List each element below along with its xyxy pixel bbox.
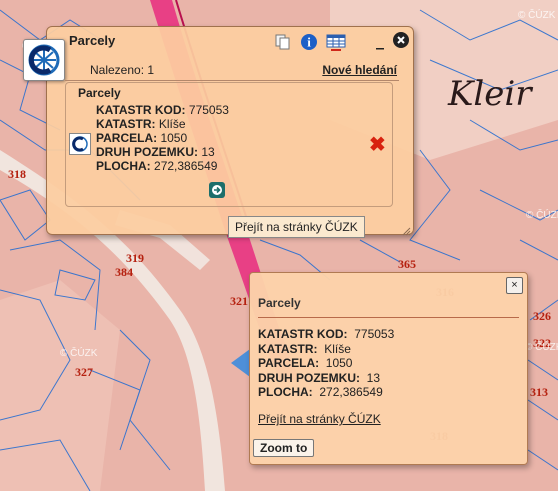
- result-title: Parcely: [78, 86, 121, 100]
- map-parcel-label: 321: [230, 294, 248, 308]
- map-parcel-label: 326: [533, 309, 551, 323]
- map-parcel-label: 327: [75, 365, 93, 379]
- resize-handle[interactable]: [402, 223, 411, 236]
- map-parcel-label: 319: [126, 251, 144, 265]
- map-watermark: © ČÚZK: [526, 208, 558, 221]
- result-attributes: KATASTR KOD: 775053 KATASTR: Klíše PARCE…: [96, 103, 229, 173]
- search-results-panel: Parcely i Nalezeno: 1 Nové hledání Parce…: [23, 26, 414, 236]
- popup-close-button[interactable]: ×: [506, 277, 523, 294]
- copy-icon[interactable]: [274, 33, 292, 56]
- map-watermark: © ČÚZK: [518, 8, 556, 21]
- popup-attr-row: PLOCHA: 272,386549: [258, 385, 383, 399]
- svg-text:i: i: [307, 35, 311, 50]
- popup-attr-row: KATASTR: Klíše: [258, 341, 351, 356]
- map-parcel-label: 318: [8, 167, 26, 181]
- minimize-icon[interactable]: [375, 37, 385, 55]
- result-attr-row: KATASTR: Klíše: [96, 117, 186, 131]
- map-parcel-label: 365: [398, 257, 416, 271]
- popup-attr-row: PARCELA: 1050: [258, 356, 353, 370]
- delete-icon[interactable]: ✖: [369, 135, 386, 155]
- table-icon[interactable]: [326, 33, 346, 56]
- cuzk-logo-icon: [23, 39, 65, 81]
- result-attr-row: PARCELA: 1050: [96, 131, 188, 145]
- tooltip: Přejít na stránky ČÚZK: [228, 216, 365, 238]
- go-icon[interactable]: [209, 182, 225, 198]
- result-attr-row: PLOCHA: 272,386549: [96, 159, 218, 173]
- divider: [65, 80, 399, 81]
- map-parcel-label: 384: [115, 265, 133, 279]
- cuzk-link[interactable]: Přejít na stránky ČÚZK: [258, 412, 381, 426]
- popup-pointer: [231, 349, 250, 377]
- panel-title: Parcely: [69, 33, 116, 48]
- map-watermark: © ČÚZK: [525, 340, 558, 353]
- popup-title: Parcely: [258, 296, 301, 310]
- map-watermark: © ČÚZK: [60, 346, 98, 359]
- divider: [258, 317, 519, 318]
- map-parcel-label: 313: [530, 385, 548, 399]
- feature-popup: × Parcely KATASTR KOD: 775053 KATASTR: K…: [249, 272, 528, 465]
- close-icon[interactable]: [392, 31, 410, 54]
- info-icon[interactable]: i: [300, 33, 318, 56]
- popup-attr-row: DRUH POZEMKU: 13: [258, 370, 381, 385]
- popup-attributes: KATASTR KOD: 775053 KATASTR: Klíše PARCE…: [258, 327, 394, 400]
- map-handwriting: Kleir: [447, 74, 533, 114]
- results-count: Nalezeno: 1: [90, 63, 155, 77]
- result-attr-row: KATASTR KOD: 775053: [96, 103, 229, 117]
- result-layer-icon: [69, 133, 91, 155]
- result-attr-row: DRUH POZEMKU: 13: [96, 145, 215, 159]
- new-search-link[interactable]: Nové hledání: [322, 63, 397, 77]
- popup-attr-row: KATASTR KOD: 775053: [258, 327, 395, 341]
- zoom-to-button[interactable]: Zoom to: [253, 439, 315, 457]
